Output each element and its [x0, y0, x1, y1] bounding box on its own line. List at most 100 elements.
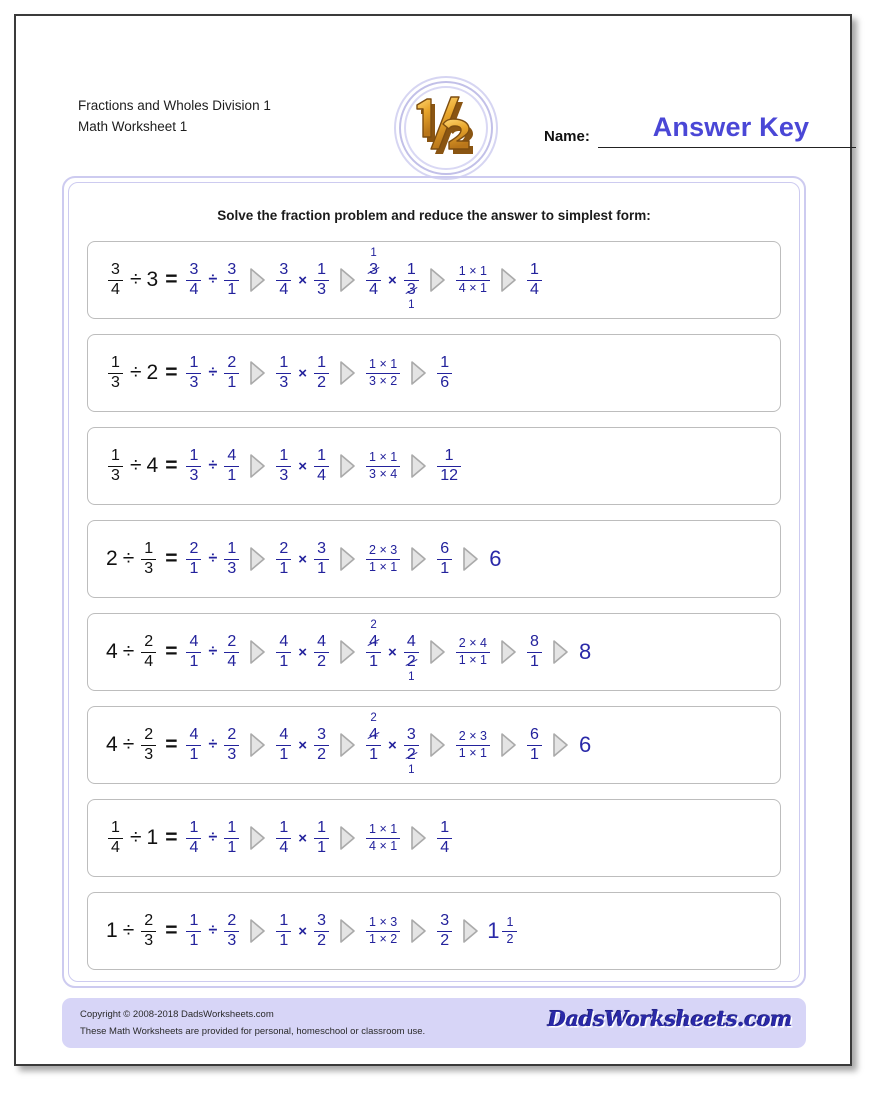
- step-divide-operator: ÷: [208, 736, 218, 753]
- answer-whole-number: 6: [578, 732, 592, 757]
- solution-step: 1 3 × 1 2: [274, 354, 331, 392]
- name-field-area: Name: Answer Key: [544, 112, 856, 154]
- fraction: 2 × 31 × 1: [366, 543, 401, 573]
- divide-operator: ÷: [122, 733, 135, 756]
- step-arrow-icon: [338, 267, 357, 293]
- step-multiply-operator: ×: [298, 829, 308, 847]
- fraction-denominator: 6: [440, 373, 450, 391]
- fraction-numerator: 2: [227, 725, 237, 743]
- fraction-numerator: 2: [144, 632, 154, 650]
- fraction-numerator: 1 × 1: [369, 357, 398, 372]
- fraction: 61: [437, 540, 453, 578]
- step-arrow-icon: [248, 360, 267, 386]
- fraction: 31: [314, 540, 330, 578]
- cancel-strike: [405, 751, 418, 759]
- problem-row: 2 ÷ 1 3 = 2 1 ÷ 1 3 2 1 × 3 1 2 × 31 × 1616: [87, 520, 781, 598]
- step-arrow-icon: [428, 732, 447, 758]
- step-arrow-icon: [409, 360, 428, 386]
- fraction-numerator: 1: [189, 911, 199, 929]
- step-arrow-icon: [248, 732, 267, 758]
- fraction: 14: [276, 818, 292, 857]
- fraction: 13: [108, 447, 123, 485]
- fraction-denominator: 4 × 1: [369, 838, 398, 853]
- fraction-denominator: 1 × 1: [458, 652, 487, 667]
- name-input-rule[interactable]: [598, 147, 856, 148]
- fraction-denominator: 1: [227, 838, 237, 856]
- fraction: 24: [224, 633, 240, 671]
- fraction-numerator: 1: [317, 818, 326, 836]
- footer-copyright-block: Copyright © 2008-2018 DadsWorksheets.com…: [80, 1007, 425, 1040]
- divide-operator: ÷: [122, 919, 135, 942]
- fraction: 14: [314, 447, 330, 485]
- problem-expression: 2 ÷ 1 3 = 2 1 ÷ 1 3 2 1 × 3 1 2 × 31 × 1616: [106, 539, 502, 578]
- fraction: 41: [276, 726, 292, 764]
- fraction-numerator: 3: [317, 911, 326, 929]
- cancel-strike: [405, 658, 418, 666]
- step-multiply-operator: ×: [388, 643, 397, 661]
- problem-row: 3 4 ÷ 3 = 3 4 ÷ 3 1 3 4 × 1 3 3 1 4 × 1 3 1 1 × 14 × 114: [87, 241, 781, 319]
- solution-step: 16: [435, 354, 454, 392]
- fraction-numerator: 1: [279, 446, 289, 464]
- fraction: 23: [224, 725, 240, 764]
- step-multiply-operator: ×: [298, 736, 308, 754]
- fraction-denominator: 4: [111, 838, 120, 856]
- fraction-denominator: 1: [227, 466, 237, 484]
- fraction: 13: [224, 540, 240, 578]
- solution-step: 61: [435, 540, 454, 578]
- fraction-numerator: 1: [189, 353, 199, 371]
- fraction-numerator: 1: [506, 915, 514, 930]
- step-arrow-icon: [338, 546, 357, 572]
- fraction-numerator: 4: [189, 725, 199, 743]
- fraction-denominator: 3: [279, 466, 289, 484]
- fraction-numerator: 1: [189, 818, 199, 836]
- fraction: 12: [314, 354, 330, 392]
- half-fraction-logo-icon: [388, 74, 504, 186]
- fraction: 34: [186, 261, 202, 299]
- fraction-denominator: 3: [227, 559, 237, 577]
- fraction-numerator: 1: [530, 260, 539, 278]
- solution-step: 1 3 × 1 4: [274, 446, 331, 485]
- fraction: 14: [437, 819, 453, 857]
- fraction-numerator: 2 × 3: [369, 543, 398, 558]
- solution-step: 2 1 × 3 1: [274, 540, 331, 578]
- fraction-numerator: 1 × 1: [369, 450, 398, 465]
- fraction: 41: [224, 447, 240, 485]
- cancel-replacement: 2: [370, 619, 377, 632]
- equals-sign: =: [165, 361, 178, 384]
- step-multiply-operator: ×: [298, 364, 308, 382]
- fraction: 2 × 41 × 1: [455, 637, 490, 667]
- equals-sign: =: [165, 454, 178, 477]
- step-multiply-operator: ×: [298, 550, 308, 568]
- solution-step: 1 × 13 × 4: [364, 451, 402, 480]
- step-arrow-icon: [248, 453, 267, 479]
- fraction-numerator: 3: [440, 911, 450, 929]
- fraction-denominator: 3: [189, 373, 199, 391]
- fraction-numerator: 3: [317, 725, 326, 743]
- step-arrow-icon: [499, 732, 518, 758]
- fraction-denominator: 4: [530, 280, 539, 298]
- problem-expression: 1 3 ÷ 4 = 1 3 ÷ 4 1 1 3 × 1 4 1 × 13 × 4 1 12: [106, 446, 463, 485]
- fraction: 21: [224, 354, 240, 392]
- fraction-denominator: 3: [144, 745, 154, 763]
- fraction-denominator: 1: [279, 745, 289, 763]
- name-label: Name:: [544, 128, 590, 145]
- step-arrow-icon: [338, 918, 357, 944]
- solution-step: 4 1 ÷ 2 4: [184, 633, 241, 671]
- fraction: 42: [314, 633, 330, 671]
- question-whole-right: 1: [146, 826, 159, 849]
- divide-operator: ÷: [122, 640, 135, 663]
- answer-whole-number: 6: [489, 546, 502, 571]
- step-multiply-operator: ×: [388, 271, 397, 289]
- cancel-strike: [367, 267, 380, 275]
- fraction: 32: [314, 911, 330, 950]
- fraction-numerator: 6: [530, 725, 539, 743]
- fraction-numerator: 2: [189, 539, 199, 557]
- step-arrow-icon: [248, 639, 267, 665]
- solution-step: 4 2 1 × 4 2 1: [364, 620, 421, 683]
- fraction-numerator: 1: [279, 818, 289, 836]
- fraction-numerator: 42: [366, 620, 381, 651]
- question-whole-left: 4: [106, 733, 118, 756]
- cancelled-term: 31: [405, 280, 418, 312]
- equals-sign: =: [165, 919, 178, 942]
- fraction-denominator: 4: [227, 652, 237, 670]
